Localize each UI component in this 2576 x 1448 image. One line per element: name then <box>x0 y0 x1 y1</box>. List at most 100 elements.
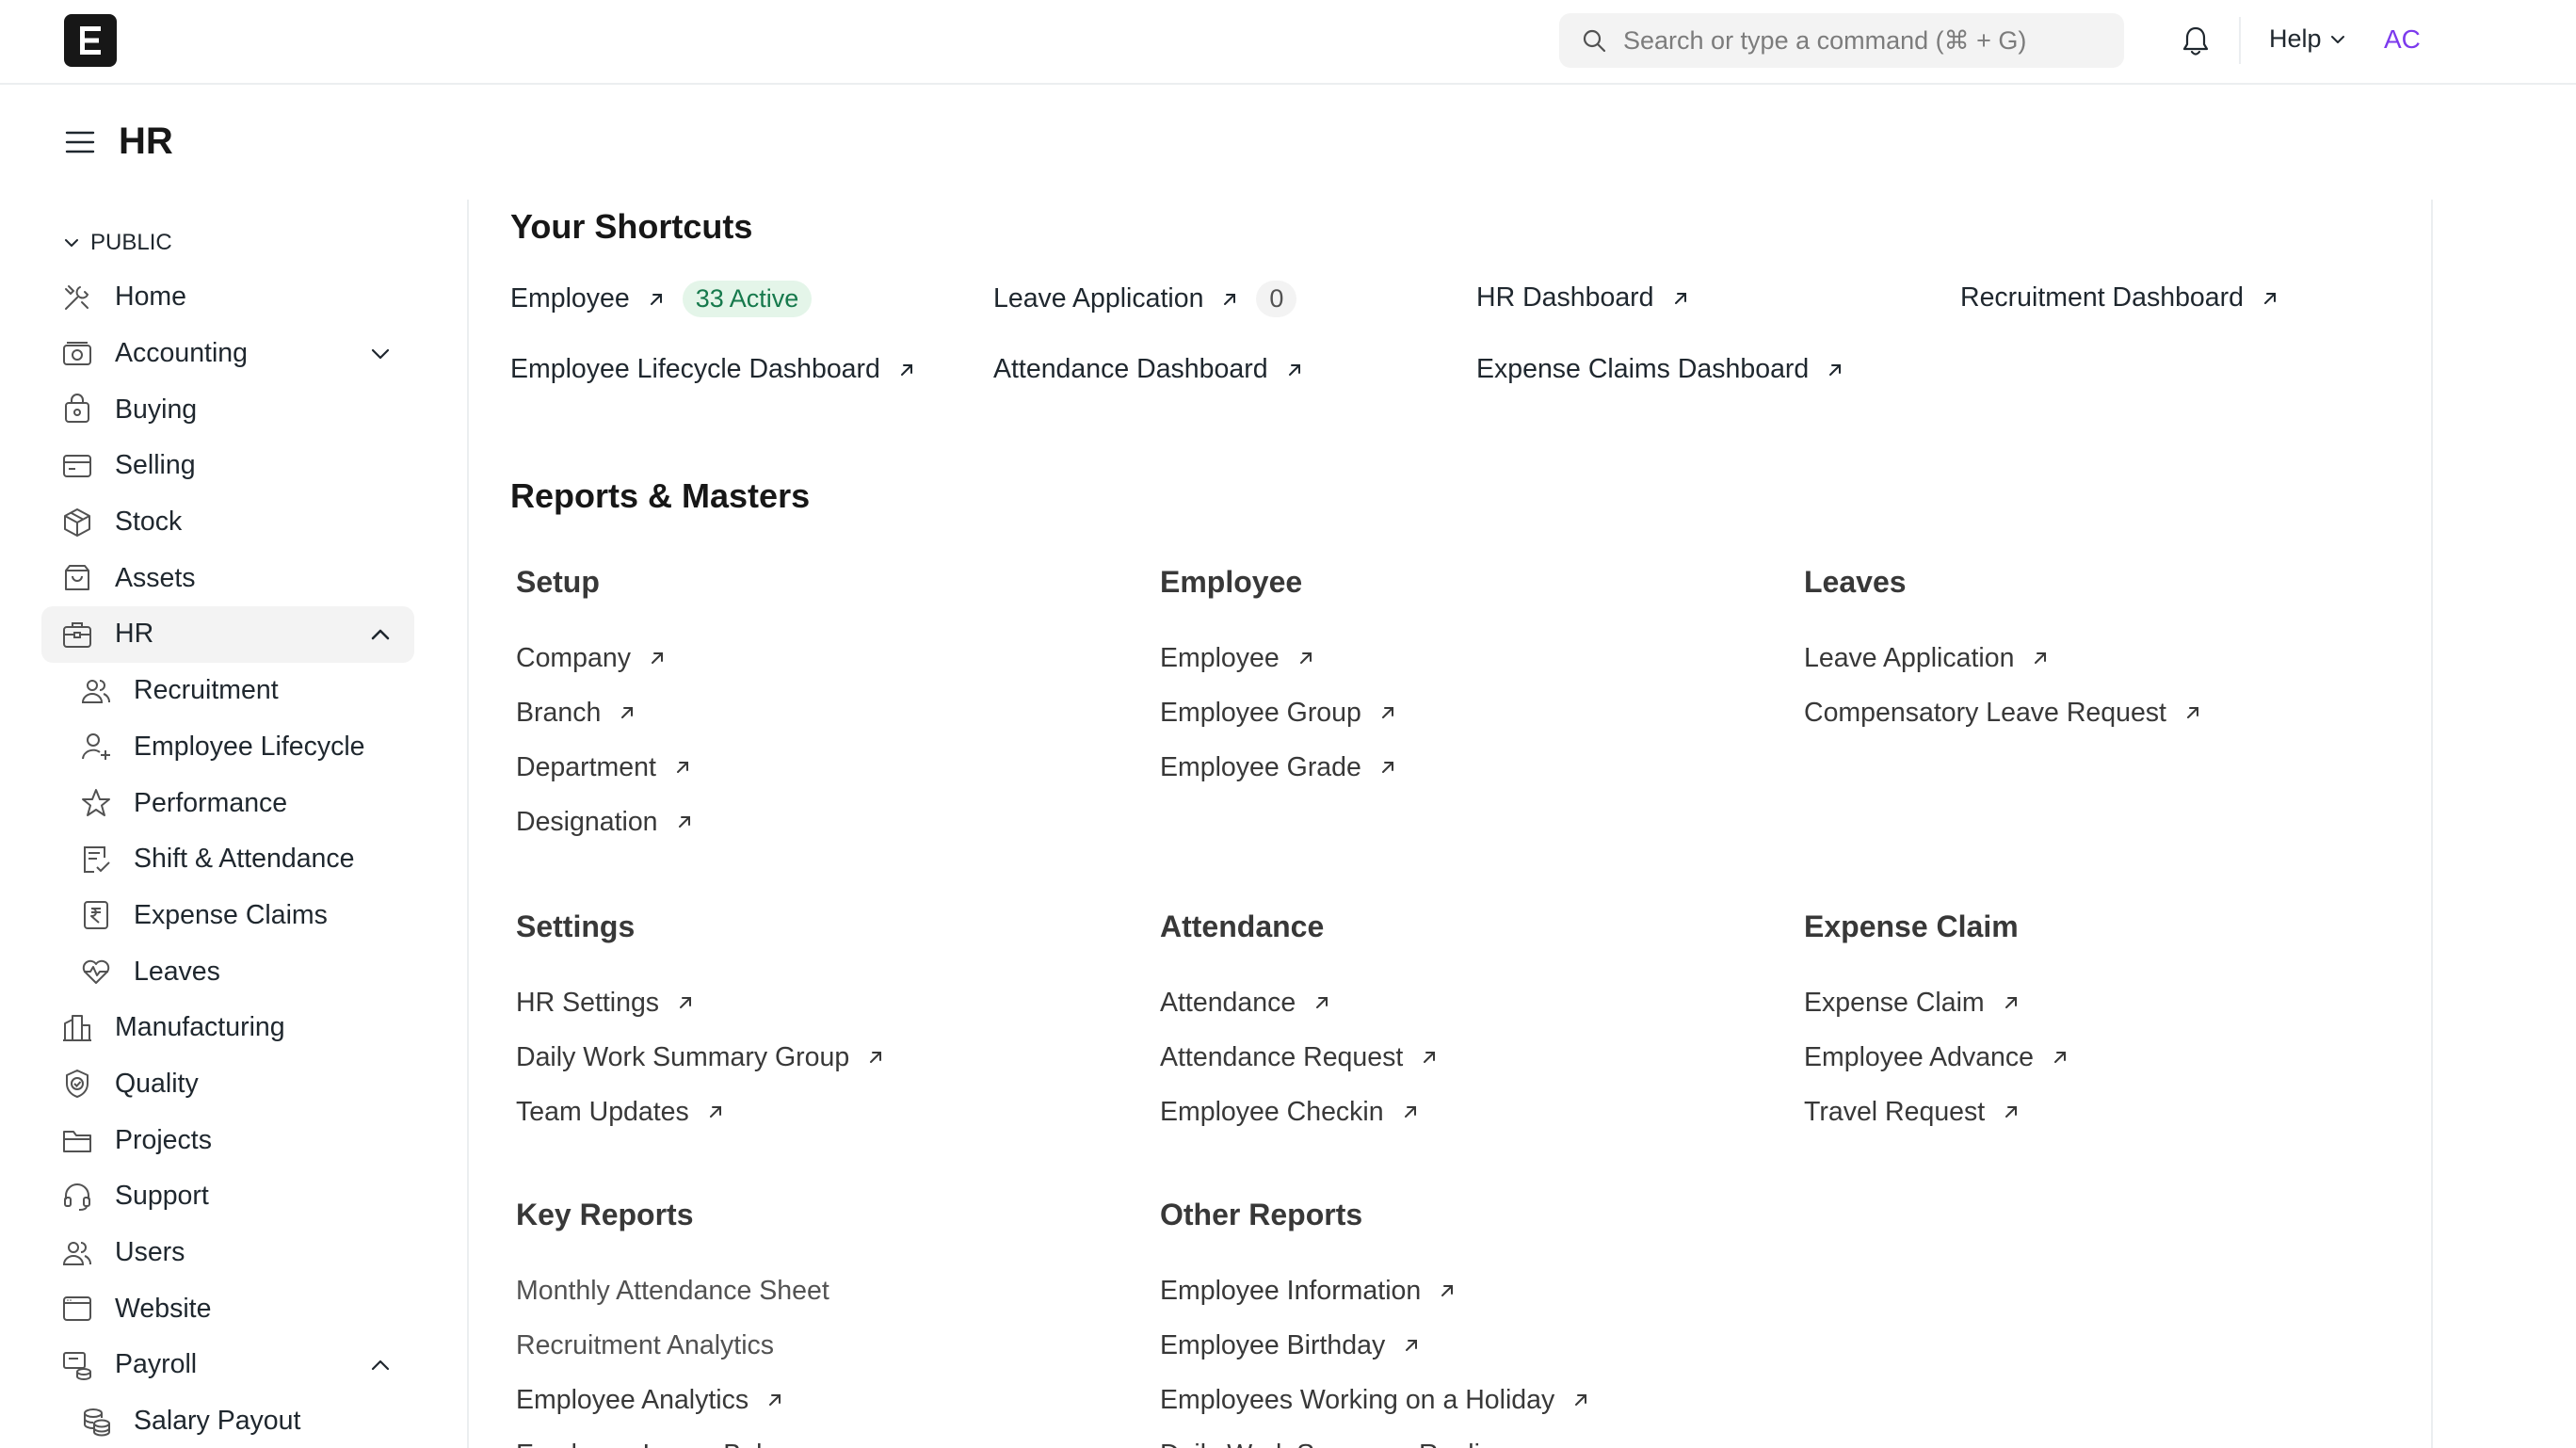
card-link[interactable]: Monthly Attendance Sheet <box>516 1263 1100 1318</box>
card-link[interactable]: Employee Leave Balance <box>516 1427 1100 1448</box>
search-input[interactable] <box>1623 25 2113 56</box>
card-link[interactable]: Employee Checkin <box>1160 1085 1744 1139</box>
sidebar-item-quality[interactable]: Quality <box>41 1056 414 1113</box>
sidebar-item-expense-claims[interactable]: Expense Claims <box>41 888 414 944</box>
card-link[interactable]: Employee <box>1160 631 1744 685</box>
chevron-down-icon[interactable] <box>369 343 392 365</box>
card-link[interactable]: Compensatory Leave Request <box>1804 685 2388 740</box>
card-link[interactable]: Branch <box>516 685 1100 740</box>
arrow-up-right-icon <box>621 707 634 718</box>
card-link[interactable]: Employee Birthday <box>1160 1318 1744 1373</box>
card-link[interactable]: Employee Group <box>1160 685 1744 740</box>
shortcuts-heading: Your Shortcuts <box>510 207 753 246</box>
card-link[interactable]: Employee Advance <box>1804 1030 2388 1085</box>
link-label: Recruitment Analytics <box>516 1329 775 1360</box>
card-link[interactable]: Daily Work Summary Group <box>516 1030 1100 1085</box>
card-employee: Employee Employee Employee Group Employe… <box>1160 565 1744 795</box>
star-icon <box>79 786 113 820</box>
sidebar-item-recruitment[interactable]: Recruitment <box>41 663 414 719</box>
payroll-icon <box>60 1348 94 1382</box>
user-avatar[interactable]: AC <box>2384 24 2421 55</box>
sidebar-item-performance[interactable]: Performance <box>41 775 414 831</box>
shortcut-employee-lifecycle-dashboard[interactable]: Employee Lifecycle Dashboard <box>510 354 916 385</box>
chevron-up-icon[interactable] <box>369 1354 392 1376</box>
arrow-up-right-icon <box>1575 1394 1587 1406</box>
sidebar-item-buying[interactable]: Buying <box>41 381 414 438</box>
card-link[interactable]: Employee Analytics <box>516 1373 1100 1427</box>
shortcut-recruitment-dashboard[interactable]: Recruitment Dashboard <box>1960 282 2279 314</box>
chevron-up-icon[interactable] <box>369 623 392 646</box>
arrow-up-right-icon <box>1404 1106 1416 1118</box>
sidebar-item-shift-attendance[interactable]: Shift & Attendance <box>41 831 414 888</box>
shortcut-label: Employee Lifecycle Dashboard <box>510 354 880 384</box>
card-link[interactable]: Travel Request <box>1804 1085 2388 1139</box>
card-link[interactable]: Team Updates <box>516 1085 1100 1139</box>
link-label: Department <box>516 751 656 782</box>
card-attendance: Attendance Attendance Attendance Request… <box>1160 909 1744 1139</box>
card-link[interactable]: Daily Work Summary Replies <box>1160 1427 1744 1448</box>
link-label: Employee Birthday <box>1160 1329 1386 1360</box>
navbar-divider <box>2239 17 2241 64</box>
card-title: Settings <box>516 909 636 943</box>
card-link[interactable]: Attendance Request <box>1160 1030 1744 1085</box>
arrow-up-right-icon <box>769 1394 781 1406</box>
sidebar-item-users[interactable]: Users <box>41 1225 414 1281</box>
arrow-up-right-icon <box>1674 292 1686 304</box>
sidebar-toggle-button[interactable] <box>64 126 96 158</box>
sidebar-item-label: Payroll <box>115 1349 198 1380</box>
card-link[interactable]: HR Settings <box>516 975 1100 1030</box>
sidebar-item-hr[interactable]: HR <box>41 606 414 663</box>
sidebar-item-website[interactable]: Website <box>41 1280 414 1337</box>
sidebar-item-leaves[interactable]: Leaves <box>41 943 414 1000</box>
card-link[interactable]: Expense Claim <box>1804 975 2388 1030</box>
shortcut-employee[interactable]: Employee 33 Active <box>510 281 813 317</box>
users-icon <box>60 1236 94 1270</box>
card-link[interactable]: Leave Application <box>1804 631 2388 685</box>
card-link[interactable]: Attendance <box>1160 975 1744 1030</box>
sidebar-item-label: Accounting <box>115 338 249 369</box>
sidebar-item-label: Salary Payout <box>134 1406 301 1437</box>
sidebar-item-label: Selling <box>115 450 196 481</box>
arrow-up-right-icon <box>676 762 688 773</box>
link-label: Company <box>516 642 631 673</box>
help-dropdown[interactable]: Help <box>2269 24 2346 54</box>
shortcut-expense-claims-dashboard[interactable]: Expense Claims Dashboard <box>1476 354 1844 385</box>
search-bar[interactable] <box>1559 13 2124 68</box>
card-link[interactable]: Company <box>516 631 1100 685</box>
notifications-button[interactable] <box>2179 23 2213 60</box>
card-link[interactable]: Designation <box>516 795 1100 849</box>
sidebar-item-payroll[interactable]: Payroll <box>41 1337 414 1393</box>
sidebar-item-label: Users <box>115 1237 185 1268</box>
arrow-up-right-icon <box>2004 997 2017 1008</box>
arrow-up-right-icon <box>1299 652 1312 664</box>
card-title: Setup <box>516 565 600 599</box>
search-icon <box>1583 29 1606 53</box>
sidebar-item-accounting[interactable]: Accounting <box>41 326 414 382</box>
sidebar-item-assets[interactable]: Assets <box>41 550 414 606</box>
link-label: Employees Working on a Holiday <box>1160 1384 1555 1415</box>
sidebar-item-salary-payout[interactable]: Salary Payout <box>41 1393 414 1448</box>
card-link[interactable]: Employees Working on a Holiday <box>1160 1373 1744 1427</box>
website-icon <box>60 1292 94 1326</box>
sidebar-item-support[interactable]: Support <box>41 1168 414 1225</box>
app-logo[interactable] <box>64 14 117 67</box>
card-link[interactable]: Recruitment Analytics <box>516 1318 1100 1373</box>
sidebar-section-public[interactable]: PUBLIC <box>41 217 414 269</box>
sidebar-item-home[interactable]: Home <box>41 269 414 326</box>
sidebar-item-selling[interactable]: Selling <box>41 438 414 494</box>
link-label: Team Updates <box>516 1096 689 1127</box>
card-title: Expense Claim <box>1804 909 2019 943</box>
card-link[interactable]: Employee Grade <box>1160 740 1744 795</box>
link-label: Expense Claim <box>1804 987 1985 1018</box>
shortcut-leave-application[interactable]: Leave Application 0 <box>993 281 1297 317</box>
sidebar-item-manufacturing[interactable]: Manufacturing <box>41 1000 414 1056</box>
card-link[interactable]: Department <box>516 740 1100 795</box>
card-other-reports: Other Reports Employee Information Emplo… <box>1160 1198 1744 1448</box>
sidebar-item-employee-lifecycle[interactable]: Employee Lifecycle <box>41 719 414 776</box>
sidebar-item-projects[interactable]: Projects <box>41 1112 414 1168</box>
shortcut-hr-dashboard[interactable]: HR Dashboard <box>1476 282 1690 314</box>
sidebar-item-stock[interactable]: Stock <box>41 494 414 551</box>
arrow-up-right-icon <box>1829 363 1842 376</box>
card-link[interactable]: Employee Information <box>1160 1263 1744 1318</box>
shortcut-attendance-dashboard[interactable]: Attendance Dashboard <box>993 354 1304 385</box>
